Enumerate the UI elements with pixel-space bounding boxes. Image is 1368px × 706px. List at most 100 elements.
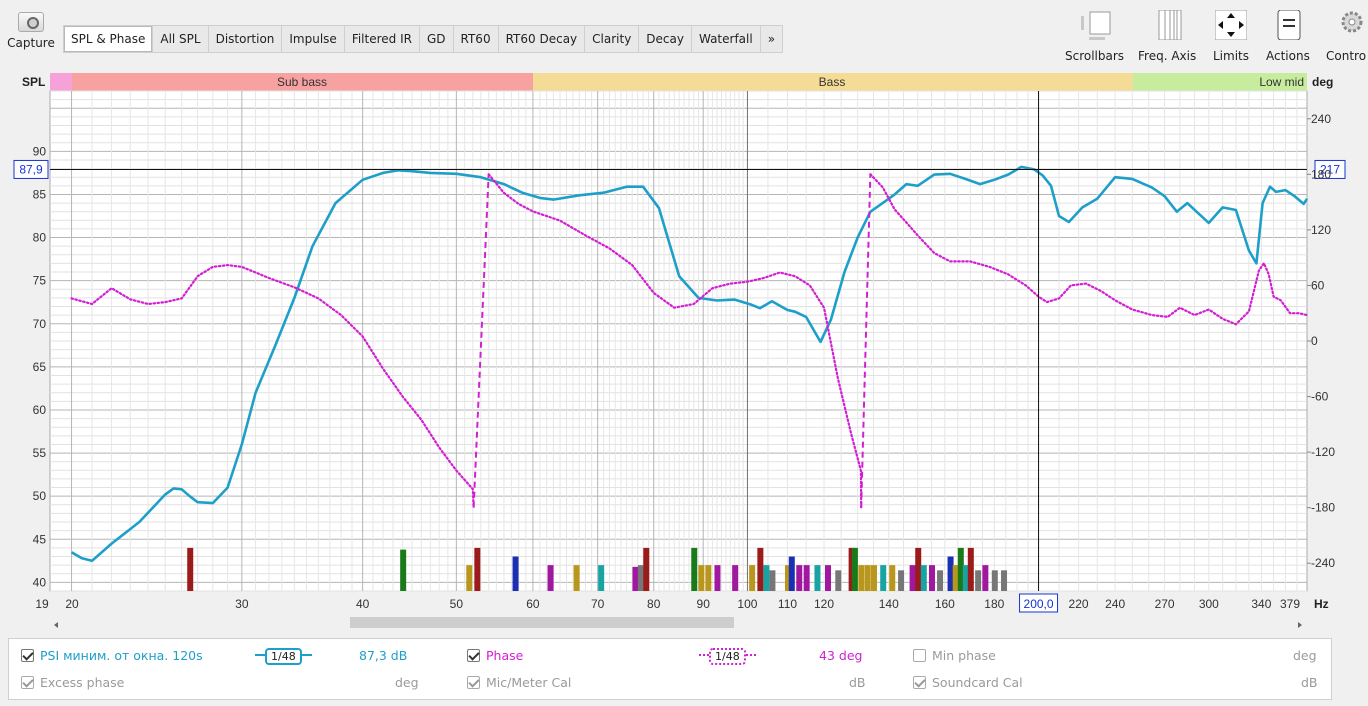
freq-tick-label: 340 <box>1251 597 1271 611</box>
tab-waterfall[interactable]: Waterfall <box>692 26 761 52</box>
tab-decay[interactable]: Decay <box>639 26 692 52</box>
freq-tick-label: 60 <box>526 597 540 611</box>
freq-tick-label: 300 <box>1199 597 1219 611</box>
spl-tick-label: 75 <box>33 274 47 288</box>
right-unit-label: deg <box>1312 75 1333 89</box>
freq-tick-label: 20 <box>65 597 79 611</box>
resonance-marker <box>573 565 580 591</box>
cursor-spl-label: 87,9 <box>19 162 43 176</box>
tab-all-spl[interactable]: All SPL <box>153 26 209 52</box>
legend-panel: PSI миним. от окна. 120s 1/48 87,3 dB Ph… <box>8 638 1332 700</box>
min-phase-value: deg <box>1293 648 1317 663</box>
tabs-more-button[interactable]: » <box>761 26 782 52</box>
resonance-marker <box>835 570 842 591</box>
tab-filtered-ir[interactable]: Filtered IR <box>345 26 420 52</box>
resonance-marker <box>1001 570 1008 591</box>
min-phase-label: Min phase <box>932 648 996 663</box>
freq-tick-label: 270 <box>1155 597 1175 611</box>
tab-clarity[interactable]: Clarity <box>585 26 640 52</box>
status-strip <box>0 700 1368 706</box>
spl-smoothing-button[interactable]: 1/48 <box>255 648 312 665</box>
scrollbars-icon <box>1080 11 1111 40</box>
mic-cal-checkbox[interactable] <box>467 676 480 689</box>
resonance-marker <box>864 565 871 591</box>
infra-band <box>50 73 72 91</box>
tab-gd[interactable]: GD <box>420 26 454 52</box>
legend-item-excess-phase[interactable]: Excess phase <box>21 675 124 690</box>
camera-icon <box>18 12 44 32</box>
excess-phase-checkbox[interactable] <box>21 676 34 689</box>
tab-distortion[interactable]: Distortion <box>209 26 283 52</box>
resonance-marker <box>757 547 764 591</box>
phase-tick-label: 0 <box>1311 334 1318 348</box>
graph-tabs: SPL & Phase All SPL Distortion Impulse F… <box>63 25 784 53</box>
phase-tick-label: -60 <box>1311 390 1329 404</box>
capture-button[interactable]: Capture <box>2 8 60 64</box>
spl-tick-label: 80 <box>33 231 47 245</box>
resonance-marker <box>714 565 721 591</box>
tab-rt60[interactable]: RT60 <box>454 26 499 52</box>
phase-checkbox[interactable] <box>467 649 480 662</box>
spl-tick-label: 85 <box>33 187 47 201</box>
toolbar: Capture SPL & Phase All SPL Distortion I… <box>0 0 1368 70</box>
tab-spl-phase[interactable]: SPL & Phase <box>64 26 154 52</box>
legend-item-min-phase[interactable]: Min phase <box>913 648 996 663</box>
freq-tick-label: 180 <box>984 597 1004 611</box>
limits-icon <box>1215 10 1247 40</box>
tab-impulse[interactable]: Impulse <box>282 26 345 52</box>
limits-button[interactable]: Limits <box>1213 10 1249 63</box>
actions-icon <box>1277 10 1301 40</box>
frequency-bands: Sub bass Bass Low mid <box>50 73 1307 91</box>
resonance-marker <box>769 570 776 591</box>
freq-tick-label: 140 <box>879 597 899 611</box>
spl-tick-label: 45 <box>33 532 47 546</box>
freq-tick-label: 160 <box>935 597 955 611</box>
resonance-marker <box>763 565 770 591</box>
legend-item-phase[interactable]: Phase <box>467 648 523 663</box>
resonance-marker <box>937 570 944 591</box>
legend-item-spl[interactable]: PSI миним. от окна. 120s <box>21 648 203 663</box>
phase-tick-label: -120 <box>1311 445 1335 459</box>
phase-tick-label: 240 <box>1311 112 1331 126</box>
resonance-marker <box>749 565 756 591</box>
phase-tick-label: 60 <box>1311 278 1325 292</box>
resonance-marker <box>889 565 896 591</box>
spl-tick-label: 90 <box>33 144 47 158</box>
resonance-marker <box>915 547 922 591</box>
phase-series-label: Phase <box>486 648 524 663</box>
resonance-marker <box>898 570 905 591</box>
scrollbar-thumb[interactable] <box>350 617 734 628</box>
freq-tick-label: 240 <box>1105 597 1125 611</box>
phase-tick-label: 180 <box>1311 167 1331 181</box>
scrollbars-button[interactable]: Scrollbars <box>1065 10 1124 63</box>
scrollbars-label: Scrollbars <box>1065 49 1125 63</box>
resonance-marker <box>691 547 698 591</box>
controls-button[interactable]: Contro <box>1326 10 1368 63</box>
resonance-marker <box>788 556 795 591</box>
mic-cal-value: dB <box>849 675 866 690</box>
phase-tick-label: -240 <box>1311 556 1335 570</box>
left-unit-label: SPL <box>22 75 45 89</box>
resonance-marker <box>598 565 605 591</box>
capture-label: Capture <box>7 36 55 50</box>
soundcard-cal-checkbox[interactable] <box>913 676 926 689</box>
excess-phase-value: deg <box>395 675 419 690</box>
freq-axis-button[interactable]: Freq. Axis <box>1138 10 1196 63</box>
resonance-marker <box>967 547 974 591</box>
spl-tick-label: 40 <box>33 575 47 589</box>
spl-checkbox[interactable] <box>21 649 34 662</box>
actions-button[interactable]: Actions <box>1266 10 1310 63</box>
spl-phase-graph[interactable]: SPL deg Sub bass Bass Low mid 87,9 217 40… <box>0 70 1368 630</box>
legend-item-mic-cal[interactable]: Mic/Meter Cal <box>467 675 571 690</box>
freq-tick-label: 50 <box>450 597 464 611</box>
horizontal-scrollbar[interactable] <box>50 615 1307 629</box>
band-label-bass: Bass <box>819 75 846 89</box>
min-phase-checkbox[interactable] <box>913 649 926 662</box>
spl-tick-label: 50 <box>33 489 47 503</box>
phase-smoothing-button[interactable]: 1/48 <box>699 648 756 665</box>
legend-item-soundcard-cal[interactable]: Soundcard Cal <box>913 675 1023 690</box>
freq-tick-label: 40 <box>356 597 370 611</box>
resonance-marker <box>975 570 982 591</box>
phase-tick-label: 120 <box>1311 223 1331 237</box>
tab-rt60-decay[interactable]: RT60 Decay <box>499 26 586 52</box>
